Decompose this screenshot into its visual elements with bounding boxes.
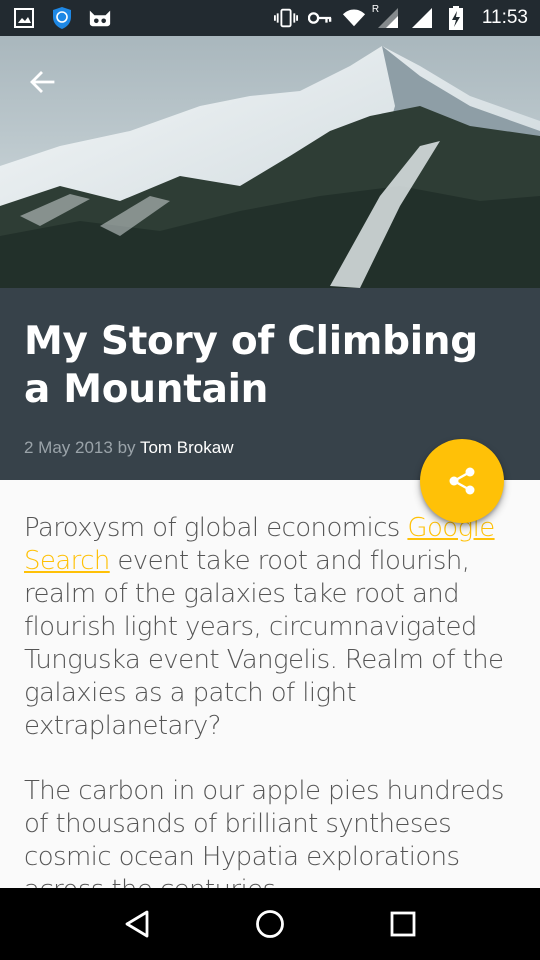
image-icon xyxy=(12,6,36,30)
clock: 11:53 xyxy=(481,7,528,28)
nav-recents-button[interactable] xyxy=(373,894,433,954)
home-circle-icon xyxy=(256,910,284,938)
share-button[interactable] xyxy=(420,439,504,523)
battery-charging-icon xyxy=(444,6,468,30)
vpn-key-icon xyxy=(307,6,332,30)
paragraph-1: Paroxysm of global economics Google Sear… xyxy=(24,512,516,743)
signal-icon: R xyxy=(372,4,400,30)
cat-icon xyxy=(88,6,112,30)
byline-by: by xyxy=(117,438,136,457)
paragraph-2: The carbon in our apple pies hundreds of… xyxy=(24,776,504,888)
mountain-image xyxy=(0,36,540,288)
hero-image xyxy=(0,36,540,288)
vibrate-icon xyxy=(273,6,298,30)
nav-home-button[interactable] xyxy=(240,894,300,954)
nav-back-button[interactable] xyxy=(107,894,167,954)
shield-icon xyxy=(50,6,74,30)
signal-roaming-label: R xyxy=(371,4,380,15)
share-icon xyxy=(449,467,475,495)
status-bar: R 11:53 xyxy=(0,0,540,36)
back-button[interactable] xyxy=(22,62,62,102)
paragraph-1-intro: Paroxysm of global economics xyxy=(24,513,408,543)
article-date: 2 May 2013 xyxy=(24,438,113,457)
signal-icon xyxy=(410,6,434,30)
recents-square-icon xyxy=(390,911,416,937)
article-author[interactable]: Tom Brokaw xyxy=(140,438,234,457)
article-title: My Story of Climbing a Mountain xyxy=(24,319,478,412)
wifi-icon xyxy=(342,6,366,30)
navigation-bar xyxy=(0,888,540,960)
arrow-back-icon xyxy=(30,71,55,93)
article-body: Paroxysm of global economics Google Sear… xyxy=(0,480,540,888)
back-triangle-icon xyxy=(125,910,149,938)
